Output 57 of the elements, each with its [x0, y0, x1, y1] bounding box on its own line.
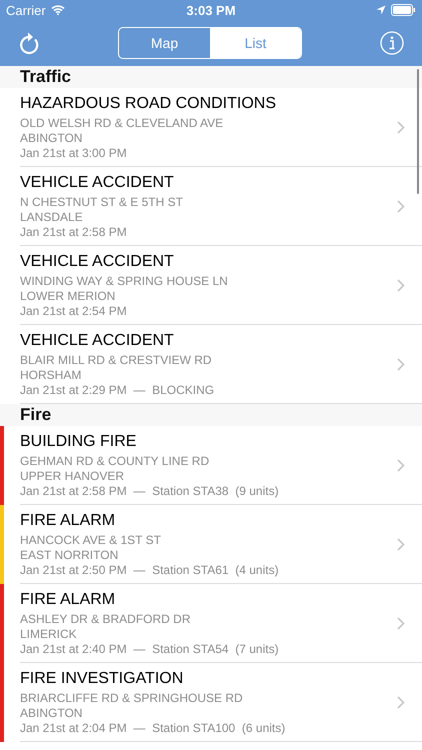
incident-address: GEHMAN RD & COUNTY LINE RD	[20, 454, 210, 468]
incident-title: HAZARDOUS ROAD CONDITIONS	[20, 94, 276, 112]
incident-detail: Jan 21st at 2:58 PM — Station STA38 (9 units)	[20, 484, 279, 498]
incident-address: WINDING WAY & SPRING HOUSE LN	[20, 274, 228, 288]
incident-row[interactable]: FIRE ALARM ASHLEY DR & BRADFORD DR LIMERICK Jan 21st at 2:40 PM — Station STA54 (7 units)	[0, 584, 422, 663]
incident-title: VEHICLE ACCIDENT	[20, 174, 174, 192]
incident-detail: Jan 21st at 2:04 PM — Station STA100 (6 units)	[20, 720, 286, 736]
incident-title: FIRE ALARM	[20, 590, 116, 608]
info-button[interactable]	[380, 31, 404, 55]
incident-row[interactable]: FIRE ALARM HANCOCK AVE & 1ST ST EAST NORRITON Jan 21st at 2:50 PM — Station STA61 (4 units)	[0, 505, 422, 584]
battery-icon	[390, 4, 416, 16]
incident-detail: Jan 21st at 3:00 PM	[20, 146, 127, 160]
incident-title: VEHICLE ACCIDENT	[20, 252, 174, 270]
location-arrow-icon	[376, 5, 386, 15]
incident-address: BRIARCLIFFE RD & SPRINGHOUSE RD	[20, 690, 243, 706]
wifi-icon	[50, 5, 65, 15]
incident-title: FIRE ALARM	[20, 512, 116, 530]
carrier-label: Carrier	[6, 2, 46, 18]
incident-row[interactable]: VEHICLE ACCIDENT WINDING WAY & SPRING HOUSE LN LOWER MERION Jan 21st at 2:54 PM	[0, 246, 422, 325]
incident-title: BUILDING FIRE	[20, 432, 136, 450]
incident-row[interactable]: HAZARDOUS ROAD CONDITIONS OLD WELSH RD & CLEVELAND AVE ABINGTON Jan 21st at 3:00 PM	[0, 88, 422, 167]
incident-address: OLD WELSH RD & CLEVELAND AVE	[20, 116, 224, 130]
chevron-icon	[397, 459, 405, 472]
incident-address: N CHESTNUT ST & E 5TH ST	[20, 194, 183, 210]
refresh-button[interactable]	[18, 31, 40, 55]
incident-area: HORSHAM	[20, 368, 82, 382]
incident-address: BLAIR MILL RD & CRESTVIEW RD	[20, 352, 212, 368]
incident-address: ASHLEY DR & BRADFORD DR	[20, 612, 190, 626]
incident-detail: Jan 21st at 2:54 PM	[20, 304, 127, 318]
incident-row[interactable]: BUILDING FIRE GEHMAN RD & COUNTY LINE RD UPPER HANOVER Jan 21st at 2:58 PM — Station STA38 (9 units)	[0, 426, 422, 505]
section-header: Traffic	[0, 66, 422, 88]
incident-area: LIMERICK	[20, 626, 77, 642]
incident-title: VEHICLE ACCIDENT	[20, 332, 174, 350]
incident-detail: Jan 21st at 2:40 PM — Station STA54 (7 units)	[20, 642, 279, 656]
chevron-icon	[397, 279, 405, 292]
incident-area: ABINGTON	[20, 706, 82, 720]
incident-title: FIRE INVESTIGATION	[20, 670, 184, 688]
incident-detail: Jan 21st at 2:50 PM — Station STA61 (4 units)	[20, 562, 279, 578]
incident-area: LOWER MERION	[20, 288, 116, 304]
chevron-icon	[397, 200, 405, 213]
incident-area: EAST NORRITON	[20, 548, 118, 562]
incident-row[interactable]: VEHICLE ACCIDENT BLAIR MILL RD & CRESTVIEW RD HORSHAM Jan 21st at 2:29 PM — BLOCKING	[0, 325, 422, 404]
incident-area: UPPER HANOVER	[20, 468, 124, 484]
chevron-icon	[397, 358, 405, 371]
incident-area: LANSDALE	[20, 210, 83, 224]
section-header: Fire	[0, 404, 422, 426]
chevron-icon	[397, 538, 405, 551]
incident-row[interactable]: FIRE INVESTIGATION BRIARCLIFFE RD & SPRINGHOUSE RD ABINGTON Jan 21st at 2:04 PM — Station STA100 (6 units)	[0, 663, 422, 742]
chevron-icon	[397, 121, 405, 134]
chevron-icon	[397, 696, 405, 709]
incident-detail: Jan 21st at 2:29 PM — BLOCKING	[20, 382, 214, 398]
status-time: 3:03 PM	[186, 2, 236, 18]
incident-area: ABINGTON	[20, 130, 82, 146]
incident-row[interactable]: VEHICLE ACCIDENT N CHESTNUT ST & E 5TH ST LANSDALE Jan 21st at 2:58 PM	[0, 167, 422, 246]
chevron-icon	[397, 617, 405, 630]
incident-detail: Jan 21st at 2:58 PM	[20, 224, 127, 240]
incident-address: HANCOCK AVE & 1ST ST	[20, 532, 161, 548]
